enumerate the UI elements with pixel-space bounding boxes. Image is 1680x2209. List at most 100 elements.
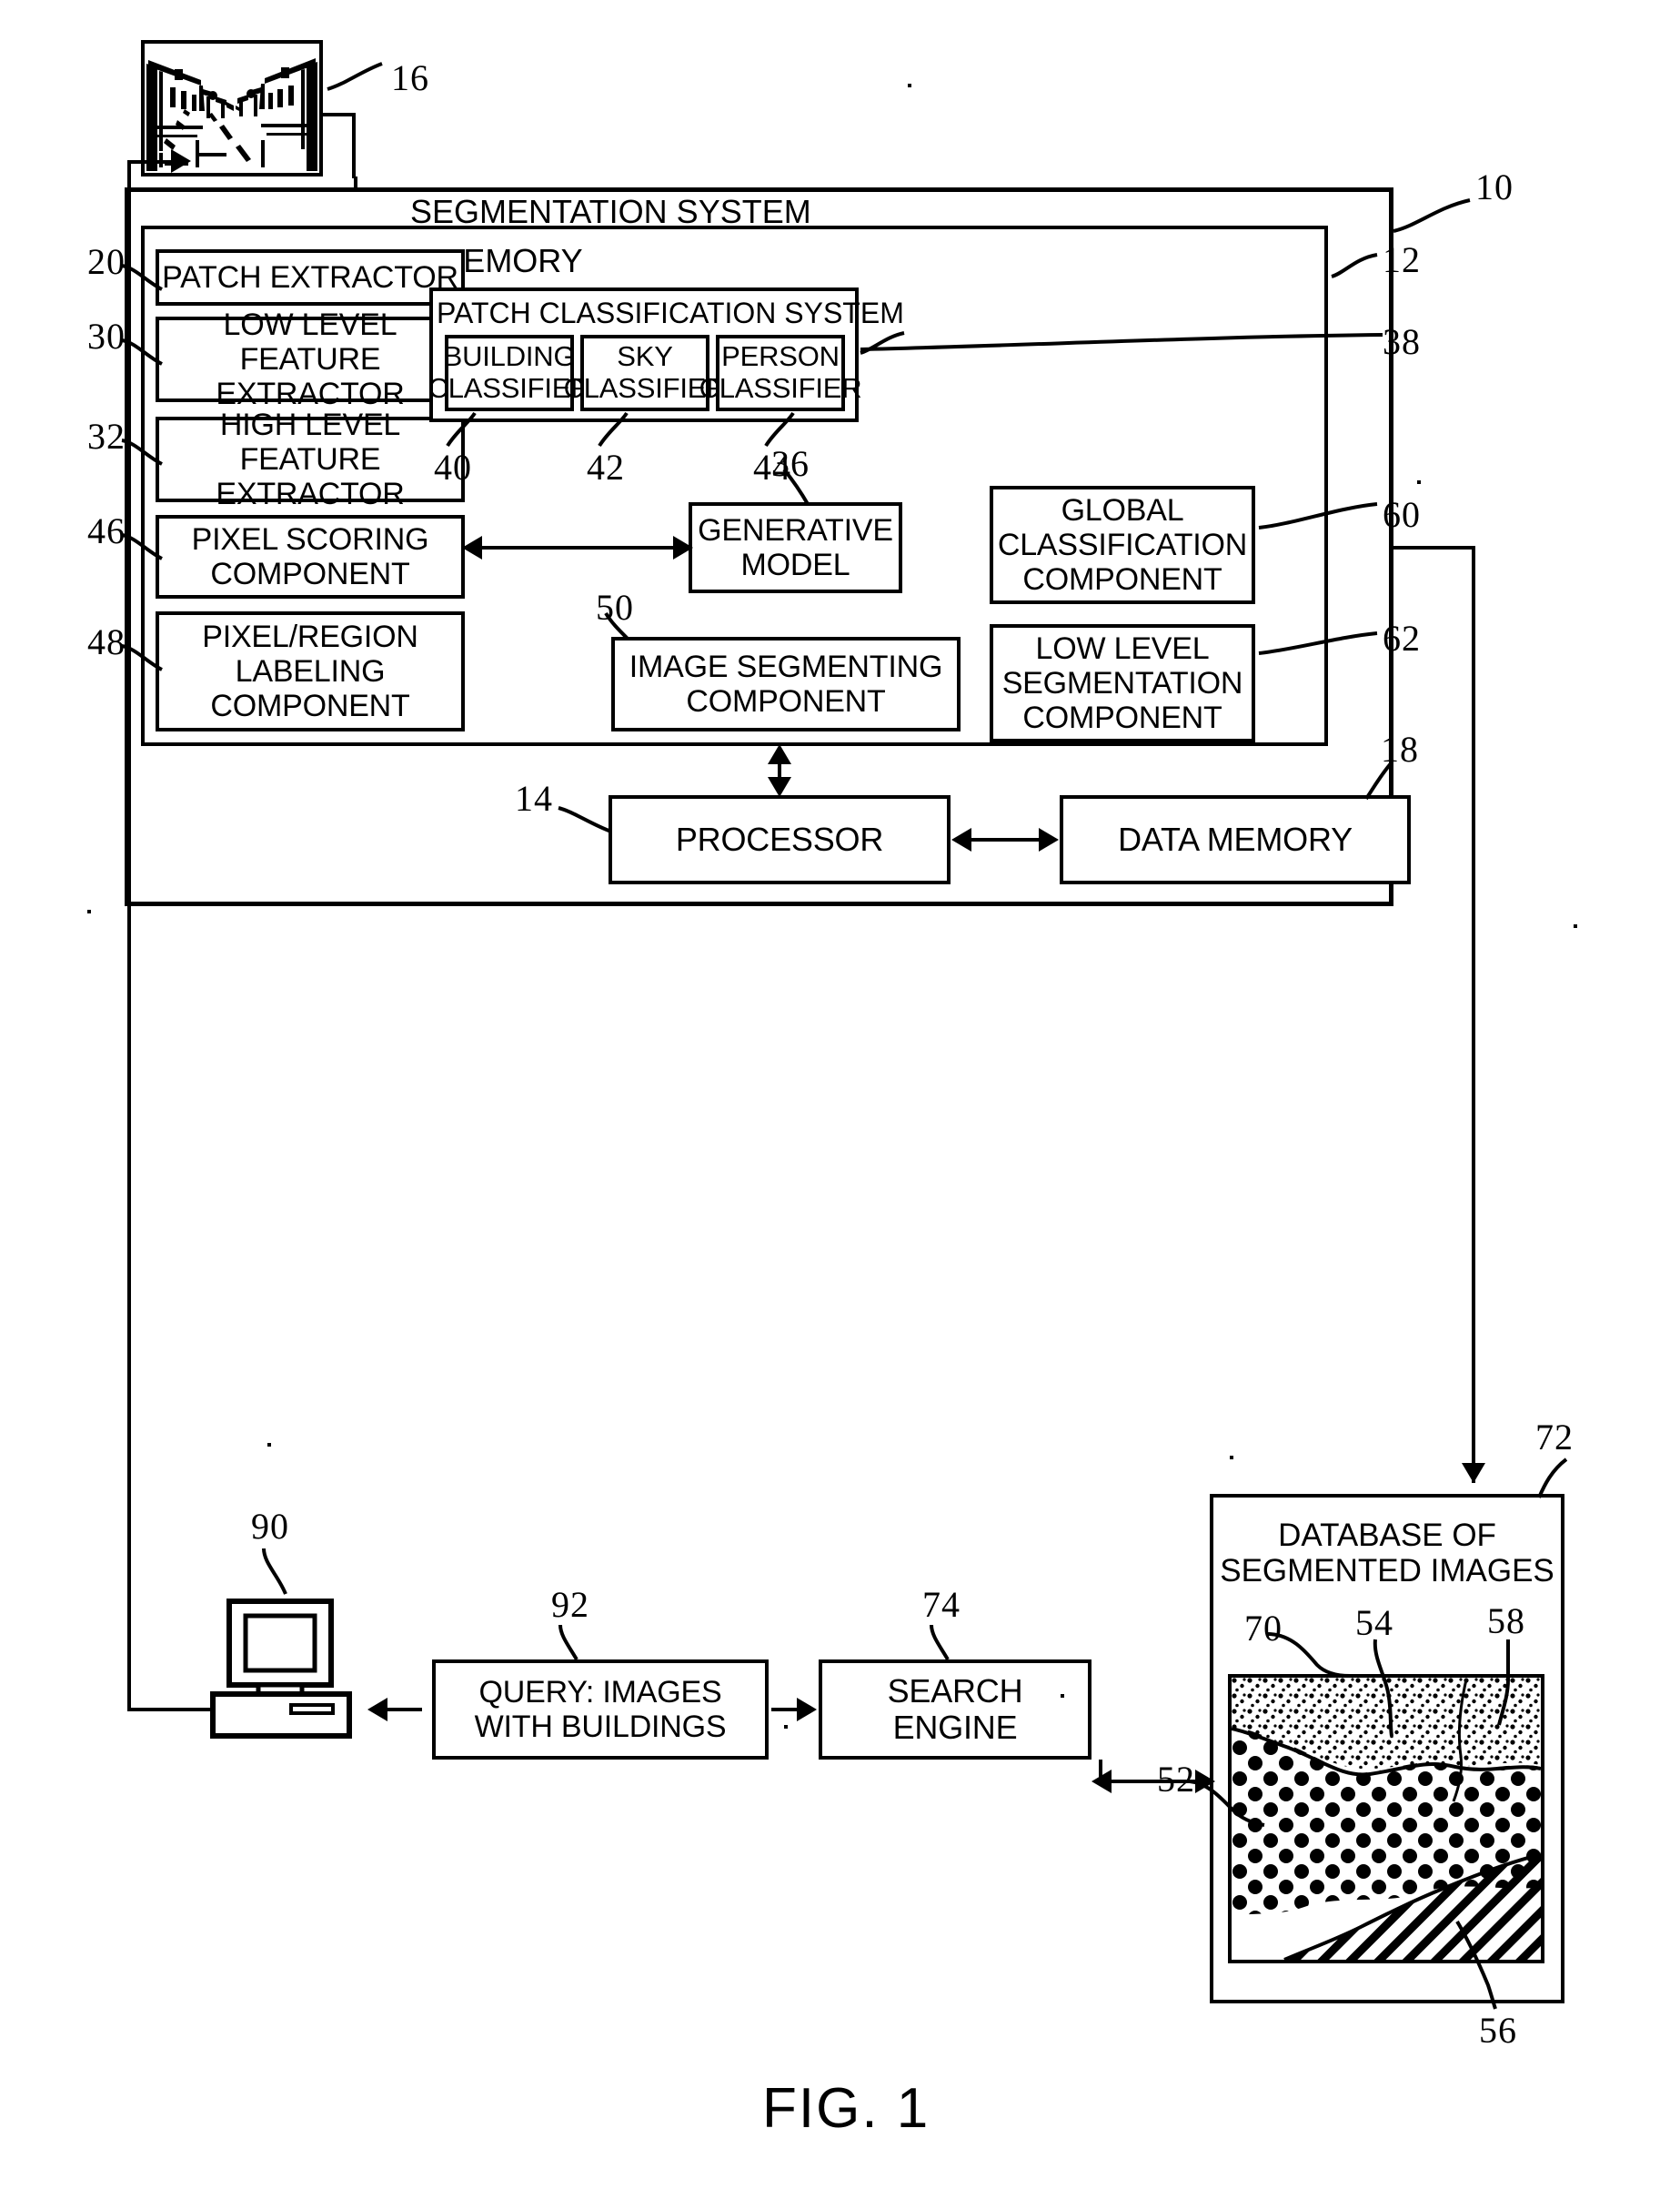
image-tap-vline [352, 113, 356, 178]
ref-58: 58 [1487, 1600, 1525, 1641]
ref-30: 30 [87, 316, 126, 357]
system-to-db-arrowhead [1462, 1463, 1485, 1483]
workstation-bus-hline [127, 1708, 215, 1711]
leader-38-line [859, 331, 1386, 351]
leader-90 [258, 1547, 298, 1598]
generative-model-box[interactable]: GENERATIVE MODEL [689, 502, 902, 593]
patent-figure-page: 16 SEGMENTATION SYSTEM 10 MEMORY 12 PATC… [0, 0, 1680, 2209]
scan-speck [1574, 924, 1577, 928]
figure-caption: FIG. 1 [762, 2077, 931, 2140]
pixel-scoring-component-box[interactable]: PIXEL SCORING COMPONENT [156, 515, 465, 599]
search-db-arrow-right [1195, 1770, 1215, 1793]
leader-56 [1455, 1920, 1497, 2011]
ref-42: 42 [587, 447, 625, 488]
scoring-model-arrow-left [462, 536, 482, 560]
pixel-region-labeling-component-label: PIXEL/REGION LABELING COMPONENT [202, 619, 418, 724]
ref-74: 74 [922, 1584, 961, 1625]
query-label: QUERY: IMAGES WITH BUILDINGS [474, 1674, 727, 1744]
ref-32: 32 [87, 416, 126, 457]
leader-58 [1495, 1638, 1523, 1729]
database-label: DATABASE OF SEGMENTED IMAGES [1220, 1518, 1554, 1589]
processor-box[interactable]: PROCESSOR [609, 795, 951, 884]
scoring-model-arrow-right [673, 536, 693, 560]
low-level-feature-extractor-label: LOW LEVEL FEATURE EXTRACTOR [216, 307, 405, 412]
scan-speck [267, 1443, 271, 1447]
memory-processor-arrow-up [768, 744, 791, 764]
scan-speck [784, 1725, 788, 1729]
scan-speck [1230, 1456, 1233, 1459]
query-search-arrowhead [797, 1698, 817, 1721]
leader-54 [1368, 1638, 1404, 1738]
ref-72: 72 [1535, 1417, 1574, 1458]
search-engine-box[interactable]: SEARCH ENGINE [819, 1659, 1091, 1760]
high-level-feature-extractor-label: HIGH LEVEL FEATURE EXTRACTOR [216, 407, 405, 512]
leader-12 [1330, 247, 1381, 280]
leader-10 [1392, 195, 1474, 235]
ref-56: 56 [1479, 2010, 1517, 2051]
patch-extractor-label: PATCH EXTRACTOR [162, 259, 458, 295]
processor-label: PROCESSOR [675, 820, 884, 858]
leader-16 [326, 56, 389, 93]
patch-extractor-box[interactable]: PATCH EXTRACTOR [156, 249, 465, 306]
ref-16: 16 [391, 57, 429, 98]
person-classifier-box[interactable]: PERSON CLASSIFIER [699, 335, 862, 411]
low-level-feature-extractor-box[interactable]: LOW LEVEL FEATURE EXTRACTOR [156, 308, 465, 411]
low-level-segmentation-component-box[interactable]: LOW LEVEL SEGMENTATION COMPONENT [990, 624, 1255, 742]
image-segmenting-component-box[interactable]: IMAGE SEGMENTING COMPONENT [611, 637, 961, 731]
ref-60: 60 [1383, 494, 1421, 535]
ref-50: 50 [596, 587, 634, 628]
ref-70: 70 [1244, 1608, 1283, 1649]
search-engine-label: SEARCH ENGINE [887, 1671, 1023, 1746]
building-classifier-box[interactable]: BUILDING CLASSIFIER [428, 335, 591, 411]
ref-18: 18 [1381, 729, 1419, 770]
ref-92: 92 [551, 1584, 589, 1625]
patch-classification-system-title: PATCH CLASSIFICATION SYSTEM [437, 297, 904, 329]
processor-datamemory-link [964, 838, 1048, 842]
feedback-into-image-line [127, 160, 173, 164]
feedback-into-image-arrowhead [171, 149, 191, 173]
ref-36: 36 [771, 443, 810, 484]
image-segmenting-component-label: IMAGE SEGMENTING COMPONENT [629, 649, 943, 719]
leader-62 [1257, 628, 1381, 661]
ref-46: 46 [87, 510, 126, 551]
generative-model-label: GENERATIVE MODEL [698, 512, 893, 582]
scan-speck [1061, 1694, 1064, 1698]
scan-speck [87, 910, 91, 913]
person-classifier-label: PERSON CLASSIFIER [699, 340, 862, 404]
leader-74 [928, 1623, 968, 1663]
high-level-feature-extractor-box[interactable]: HIGH LEVEL FEATURE EXTRACTOR [156, 408, 465, 511]
leader-40 [444, 411, 480, 448]
ref-90: 90 [251, 1506, 289, 1547]
scan-speck [908, 84, 911, 87]
ref-20: 20 [87, 241, 126, 282]
image-tap-line [323, 113, 356, 116]
low-level-segmentation-component-label: LOW LEVEL SEGMENTATION COMPONENT [1001, 630, 1243, 736]
scoring-model-link [475, 546, 680, 550]
leader-60 [1257, 499, 1381, 531]
feedback-bus-vline [127, 160, 131, 1711]
pixel-scoring-component-label: PIXEL SCORING COMPONENT [191, 521, 429, 591]
scan-speck [1417, 480, 1421, 484]
processor-datamemory-arrow-left [951, 828, 971, 852]
search-db-riser [1099, 1760, 1102, 1781]
ref-54: 54 [1355, 1602, 1393, 1643]
processor-datamemory-arrow-right [1039, 828, 1059, 852]
memory-processor-arrow-down [768, 777, 791, 797]
sky-classifier-box[interactable]: SKY CLASSIFIER [564, 335, 727, 411]
global-classification-component-label: GLOBAL CLASSIFICATION COMPONENT [997, 492, 1248, 598]
client-computer[interactable] [198, 1592, 380, 1756]
leader-72 [1535, 1456, 1577, 1499]
ref-12: 12 [1383, 239, 1421, 280]
data-memory-label: DATA MEMORY [1118, 820, 1353, 858]
ref-14: 14 [515, 778, 553, 819]
data-memory-box[interactable]: DATA MEMORY [1060, 795, 1411, 884]
query-box[interactable]: QUERY: IMAGES WITH BUILDINGS [432, 1659, 769, 1760]
ref-62: 62 [1383, 618, 1421, 659]
global-classification-component-box[interactable]: GLOBAL CLASSIFICATION COMPONENT [990, 486, 1255, 604]
leader-14 [557, 804, 615, 837]
search-db-link [1102, 1780, 1204, 1783]
ref-48: 48 [87, 621, 126, 662]
system-to-db-vline [1472, 546, 1475, 1483]
ref-38: 38 [1383, 321, 1421, 362]
pixel-region-labeling-component-box[interactable]: PIXEL/REGION LABELING COMPONENT [156, 611, 465, 731]
